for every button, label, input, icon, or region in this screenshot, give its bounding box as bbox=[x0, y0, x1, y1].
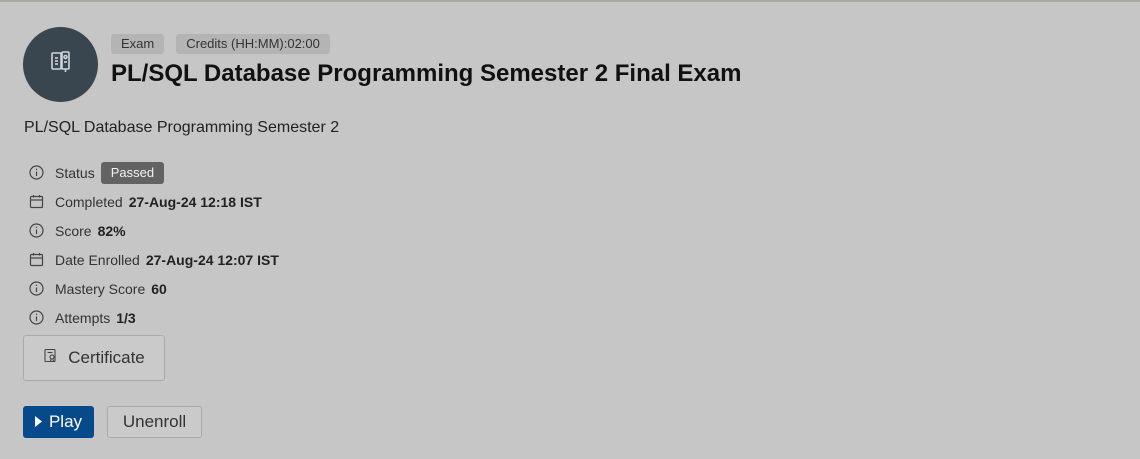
attempts-value: 1/3 bbox=[116, 309, 136, 326]
credits-tag: Credits (HH:MM):02:00 bbox=[176, 34, 330, 54]
score-row: Score 82% bbox=[28, 216, 279, 245]
page-title: PL/SQL Database Programming Semester 2 F… bbox=[111, 60, 742, 87]
info-icon bbox=[28, 280, 45, 297]
play-label: Play bbox=[48, 412, 83, 431]
certificate-button[interactable]: Certificate bbox=[23, 335, 165, 381]
details-list: Status Passed Completed 27-Aug-24 12:18 … bbox=[28, 158, 279, 332]
enrolled-label: Date Enrolled bbox=[55, 251, 140, 268]
exam-notebook-icon bbox=[48, 49, 74, 80]
play-icon bbox=[34, 412, 42, 432]
course-subtitle: PL/SQL Database Programming Semester 2 bbox=[24, 119, 340, 136]
info-icon bbox=[28, 164, 45, 181]
attempts-label: Attempts bbox=[55, 309, 111, 326]
mastery-label: Mastery Score bbox=[55, 280, 146, 297]
calendar-icon bbox=[28, 251, 45, 268]
status-label: Status bbox=[55, 164, 95, 181]
type-tag: Exam bbox=[111, 34, 165, 54]
top-border bbox=[0, 0, 1140, 2]
status-badge: Passed bbox=[100, 161, 165, 184]
completed-value: 27-Aug-24 12:18 IST bbox=[128, 193, 262, 210]
attempts-row: Attempts 1/3 bbox=[28, 303, 279, 332]
score-value: 82% bbox=[97, 222, 126, 239]
enrolled-row: Date Enrolled 27-Aug-24 12:07 IST bbox=[28, 245, 279, 274]
mastery-value: 60 bbox=[151, 280, 167, 297]
completed-label: Completed bbox=[55, 193, 123, 210]
play-button[interactable]: Play bbox=[23, 406, 94, 438]
info-icon bbox=[28, 309, 45, 326]
calendar-icon bbox=[28, 193, 45, 210]
certificate-icon bbox=[43, 348, 58, 368]
certificate-label: Certificate bbox=[68, 348, 145, 367]
course-detail-page: Exam Credits (HH:MM):02:00 PL/SQL Databa… bbox=[0, 0, 1140, 459]
unenroll-button[interactable]: Unenroll bbox=[107, 406, 202, 438]
course-avatar bbox=[23, 27, 98, 102]
score-label: Score bbox=[55, 222, 92, 239]
enrolled-value: 27-Aug-24 12:07 IST bbox=[145, 251, 279, 268]
info-icon bbox=[28, 222, 45, 239]
completed-row: Completed 27-Aug-24 12:18 IST bbox=[28, 187, 279, 216]
mastery-row: Mastery Score 60 bbox=[28, 274, 279, 303]
course-tags: Exam Credits (HH:MM):02:00 bbox=[111, 34, 330, 54]
status-row: Status Passed bbox=[28, 158, 279, 187]
